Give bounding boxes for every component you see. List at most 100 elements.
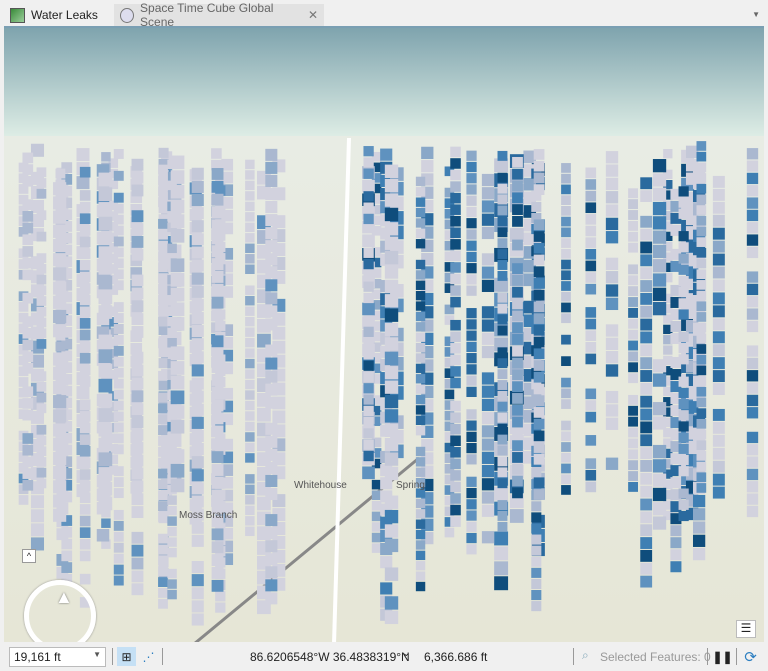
cube: [696, 418, 707, 429]
snapping-button[interactable]: ⋰: [139, 647, 158, 666]
cube: [113, 324, 124, 334]
cube: [79, 550, 91, 562]
cube: [561, 184, 571, 195]
cube: [384, 178, 399, 193]
cube: [497, 238, 508, 249]
cube: [191, 338, 204, 351]
refresh-button[interactable]: ⟳: [741, 647, 760, 666]
navigator-control[interactable]: ▲: [24, 580, 96, 642]
cube: [211, 541, 224, 554]
cube: [712, 383, 725, 396]
menu-icon[interactable]: ☰: [736, 620, 756, 638]
cube: [36, 392, 47, 403]
cube: [585, 458, 597, 469]
cube: [746, 197, 759, 209]
cube: [170, 170, 185, 184]
cube: [746, 222, 759, 234]
cube: [663, 345, 673, 355]
cube: [497, 390, 508, 401]
cube: [746, 148, 759, 160]
cube: [265, 161, 278, 174]
cube: [685, 145, 699, 159]
cube: [652, 402, 667, 416]
cube: [481, 279, 495, 292]
cube: [98, 246, 113, 260]
cube: [561, 205, 571, 216]
cube: [628, 199, 639, 210]
cube: [191, 180, 204, 193]
cube: [421, 160, 434, 173]
cube: [384, 596, 399, 610]
cube: [245, 170, 255, 180]
scene-view[interactable]: Whitehouse Moss Branch Spring ^ ▲ ☰: [4, 26, 764, 642]
cube: [265, 579, 278, 592]
cube: [191, 443, 204, 456]
tab-water-leaks[interactable]: Water Leaks: [4, 4, 104, 26]
cube: [98, 216, 113, 231]
cube: [211, 399, 224, 412]
cube: [265, 214, 278, 227]
cube: [531, 201, 542, 212]
cube: [585, 318, 597, 330]
cube: [131, 313, 144, 326]
grid-snap-button[interactable]: ⊞: [117, 647, 136, 666]
cube: [170, 317, 185, 331]
cube: [561, 302, 571, 313]
cube: [450, 215, 461, 227]
cube: [76, 386, 90, 400]
cube: [363, 202, 374, 213]
cube: [79, 225, 91, 236]
cube: [384, 265, 399, 279]
cube: [363, 417, 374, 428]
cube: [22, 456, 34, 468]
cube: [466, 173, 477, 184]
cube: [79, 422, 91, 434]
cube: [191, 403, 204, 416]
cube: [712, 292, 725, 305]
cube: [22, 222, 34, 234]
cube: [444, 527, 455, 538]
cube: [696, 354, 707, 365]
3d-scene[interactable]: [4, 28, 764, 642]
cube: [640, 318, 653, 331]
north-arrow-icon: ▲: [55, 587, 73, 607]
cube: [363, 326, 374, 337]
chevron-down-icon[interactable]: ▼: [752, 10, 760, 19]
cube: [497, 445, 508, 456]
cube: [585, 190, 597, 202]
tab-space-time-cube[interactable]: Space Time Cube Global Scene ✕: [114, 1, 324, 29]
cube: [158, 446, 168, 457]
cube: [450, 504, 461, 516]
cube: [450, 470, 461, 481]
cube: [191, 233, 204, 246]
cube: [497, 467, 508, 478]
cube: [497, 511, 508, 521]
cube: [640, 562, 653, 575]
selected-features-count[interactable]: Selected Features: 0: [600, 650, 711, 664]
cube: [131, 377, 144, 390]
cube: [371, 532, 382, 543]
cube: [36, 231, 47, 242]
cube: [113, 422, 124, 433]
cube: [245, 295, 255, 306]
cube: [640, 370, 653, 382]
expand-button[interactable]: ^: [22, 549, 36, 563]
cube: [652, 373, 667, 387]
cube: [509, 509, 524, 523]
cube: [678, 354, 689, 365]
cube: [746, 271, 759, 283]
cube: [533, 489, 545, 500]
close-icon[interactable]: ✕: [308, 8, 318, 22]
cube: [53, 224, 67, 238]
cube: [61, 526, 73, 538]
cube: [245, 369, 255, 379]
cube: [512, 275, 523, 286]
cube: [191, 469, 204, 482]
pause-button[interactable]: ❚❚: [712, 647, 732, 666]
scale-dropdown[interactable]: 19,161 ft ▼: [9, 647, 106, 667]
cube: [98, 422, 113, 437]
cube: [265, 148, 278, 161]
cube: [605, 350, 619, 364]
coordinate-format-dropdown[interactable]: ⌄: [402, 648, 410, 659]
cube: [53, 295, 67, 309]
